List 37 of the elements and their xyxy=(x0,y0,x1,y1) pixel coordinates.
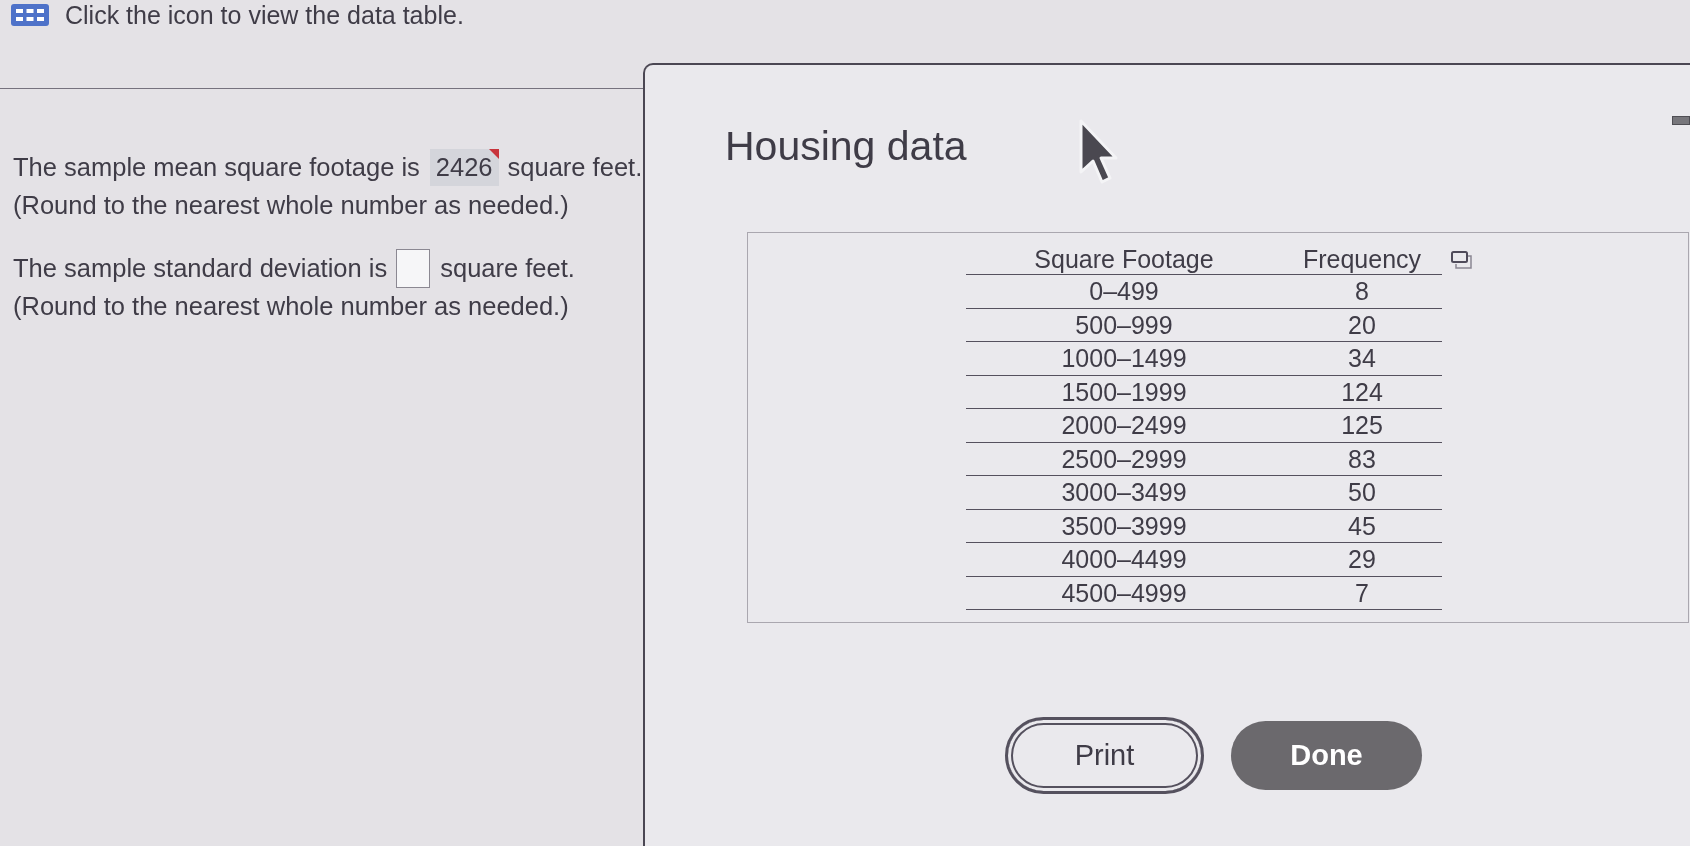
table-cell: 20 xyxy=(1348,310,1376,339)
table-cell: 125 xyxy=(1341,411,1383,440)
table-cell: 8 xyxy=(1355,277,1369,306)
table-grid-icon[interactable] xyxy=(11,4,49,26)
table-cell: 500–999 xyxy=(1075,310,1173,339)
table-cell: 4500–4999 xyxy=(1061,578,1187,607)
mouse-pointer-icon xyxy=(1078,118,1118,186)
question-text: The sample mean square footage is xyxy=(13,151,420,183)
answer-field[interactable]: 2426 xyxy=(429,148,499,186)
table-cell: 3000–3499 xyxy=(1061,478,1187,507)
table-cell: 2000–2499 xyxy=(1061,411,1187,440)
question-text: The sample standard deviation is xyxy=(13,252,388,284)
column-header: Square Footage xyxy=(1034,244,1214,275)
table-cell: 7 xyxy=(1355,578,1369,607)
rounding-note: (Round to the nearest whole number as needed.) xyxy=(13,190,569,221)
done-button[interactable]: Done xyxy=(1231,721,1422,790)
table-cell: 29 xyxy=(1348,545,1376,574)
table-cell: 124 xyxy=(1341,377,1383,406)
table-cell: 4000–4499 xyxy=(1061,545,1187,574)
table-cell: 83 xyxy=(1348,444,1376,473)
table-cell: 50 xyxy=(1348,478,1376,507)
table-cell: 1500–1999 xyxy=(1061,377,1187,406)
table-cell: 2500–2999 xyxy=(1061,444,1187,473)
table-cell: 1000–1499 xyxy=(1061,344,1187,373)
dialog-title: Housing data xyxy=(725,122,967,170)
table-cell: 3500–3999 xyxy=(1061,511,1187,540)
instruction-text: Click the icon to view the data table. xyxy=(65,0,464,30)
copy-icon[interactable] xyxy=(1451,251,1472,269)
table-cell: 45 xyxy=(1348,511,1376,540)
unit-text: square feet. xyxy=(507,151,643,183)
print-button[interactable]: Print xyxy=(1005,717,1204,794)
table-cell: 34 xyxy=(1348,344,1376,373)
unit-text: square feet. xyxy=(440,252,575,284)
rounding-note: (Round to the nearest whole number as needed.) xyxy=(13,291,569,322)
answer-field[interactable] xyxy=(396,248,431,288)
table-cell: 0–499 xyxy=(1089,277,1159,306)
column-header: Frequency xyxy=(1302,244,1422,275)
